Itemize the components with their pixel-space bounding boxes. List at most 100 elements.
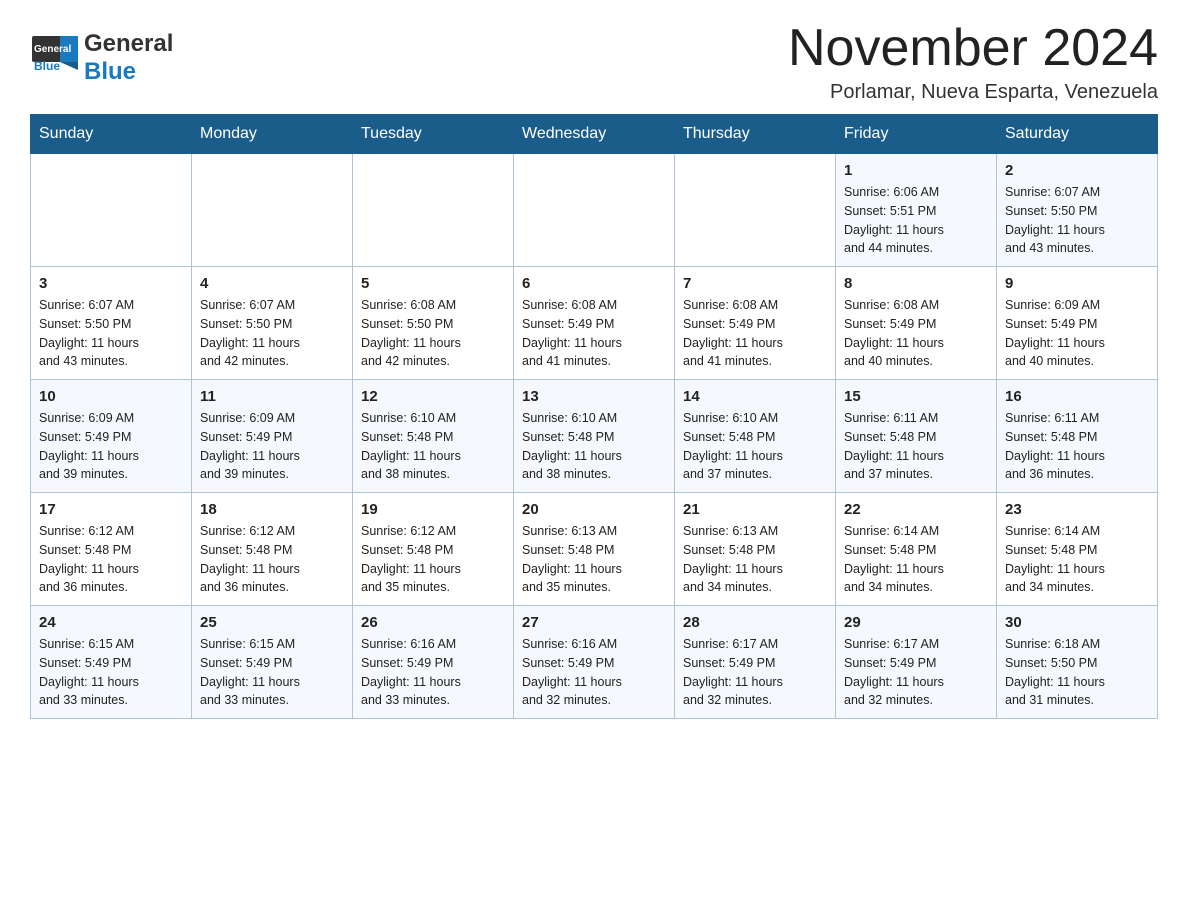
day-number: 29 [844, 614, 988, 631]
calendar-cell: 12 Sunrise: 6:10 AM Sunset: 5:48 PM Dayli… [353, 380, 514, 493]
day-number: 20 [522, 501, 666, 518]
calendar-cell: 25Sunrise: 6:15 AM Sunset: 5:49 PM Dayli… [192, 606, 353, 719]
day-info: Sunrise: 6:12 AM Sunset: 5:48 PM Dayligh… [200, 522, 344, 597]
svg-text:General: General [34, 44, 71, 55]
day-info: Sunrise: 6:16 AM Sunset: 5:49 PM Dayligh… [361, 635, 505, 710]
calendar-table: SundayMondayTuesdayWednesdayThursdayFrid… [30, 114, 1158, 719]
day-info: Sunrise: 6:13 AM Sunset: 5:48 PM Dayligh… [522, 522, 666, 597]
calendar-cell: 27Sunrise: 6:16 AM Sunset: 5:49 PM Dayli… [514, 606, 675, 719]
logo: General Blue General Blue [30, 20, 173, 85]
day-number: 2 [1005, 162, 1149, 179]
calendar-cell: 9Sunrise: 6:09 AM Sunset: 5:49 PM Daylig… [997, 267, 1158, 380]
day-info: Sunrise: 6:11 AM Sunset: 5:48 PM Dayligh… [844, 409, 988, 484]
calendar-cell: 26 Sunrise: 6:16 AM Sunset: 5:49 PM Dayli… [353, 606, 514, 719]
col-header-thursday: Thursday [675, 115, 836, 154]
calendar-cell: 30 Sunrise: 6:18 AM Sunset: 5:50 PM Dayli… [997, 606, 1158, 719]
calendar-cell: 15Sunrise: 6:11 AM Sunset: 5:48 PM Dayli… [836, 380, 997, 493]
day-info: Sunrise: 6:10 AM Sunset: 5:48 PM Dayligh… [361, 409, 505, 484]
day-number: 14 [683, 388, 827, 405]
calendar-cell: 23 Sunrise: 6:14 AM Sunset: 5:48 PM Dayli… [997, 493, 1158, 606]
day-info: Sunrise: 6:07 AM Sunset: 5:50 PM Dayligh… [1005, 183, 1149, 258]
day-number: 1 [844, 162, 988, 179]
day-number: 26 [361, 614, 505, 631]
day-number: 7 [683, 275, 827, 292]
day-info: Sunrise: 6:07 AM Sunset: 5:50 PM Dayligh… [200, 296, 344, 371]
calendar-cell: 11 Sunrise: 6:09 AM Sunset: 5:49 PM Dayli… [192, 380, 353, 493]
day-number: 8 [844, 275, 988, 292]
calendar-cell: 29 Sunrise: 6:17 AM Sunset: 5:49 PM Dayli… [836, 606, 997, 719]
calendar-cell: 13 Sunrise: 6:10 AM Sunset: 5:48 PM Dayli… [514, 380, 675, 493]
day-info: Sunrise: 6:08 AM Sunset: 5:49 PM Dayligh… [683, 296, 827, 371]
calendar-week-5: 24 Sunrise: 6:15 AM Sunset: 5:49 PM Dayli… [31, 606, 1158, 719]
calendar-cell: 18 Sunrise: 6:12 AM Sunset: 5:48 PM Dayli… [192, 493, 353, 606]
logo-blue: Blue [84, 58, 173, 86]
day-info: Sunrise: 6:15 AM Sunset: 5:49 PM Dayligh… [39, 635, 183, 710]
day-number: 11 [200, 388, 344, 405]
title-section: November 2024 Porlamar, Nueva Esparta, V… [788, 20, 1158, 104]
day-number: 3 [39, 275, 183, 292]
calendar-week-3: 10 Sunrise: 6:09 AM Sunset: 5:49 PM Dayli… [31, 380, 1158, 493]
calendar-week-4: 17 Sunrise: 6:12 AM Sunset: 5:48 PM Dayli… [31, 493, 1158, 606]
calendar-cell [353, 154, 514, 267]
day-number: 6 [522, 275, 666, 292]
day-number: 10 [39, 388, 183, 405]
day-info: Sunrise: 6:08 AM Sunset: 5:49 PM Dayligh… [522, 296, 666, 371]
calendar-cell: 21 Sunrise: 6:13 AM Sunset: 5:48 PM Dayli… [675, 493, 836, 606]
day-number: 4 [200, 275, 344, 292]
calendar-cell: 4 Sunrise: 6:07 AM Sunset: 5:50 PM Daylig… [192, 267, 353, 380]
col-header-friday: Friday [836, 115, 997, 154]
calendar-cell: 24 Sunrise: 6:15 AM Sunset: 5:49 PM Dayli… [31, 606, 192, 719]
calendar-cell: 19Sunrise: 6:12 AM Sunset: 5:48 PM Dayli… [353, 493, 514, 606]
day-number: 21 [683, 501, 827, 518]
day-info: Sunrise: 6:13 AM Sunset: 5:48 PM Dayligh… [683, 522, 827, 597]
col-header-sunday: Sunday [31, 115, 192, 154]
calendar-cell: 14 Sunrise: 6:10 AM Sunset: 5:48 PM Dayli… [675, 380, 836, 493]
day-info: Sunrise: 6:14 AM Sunset: 5:48 PM Dayligh… [844, 522, 988, 597]
calendar-cell: 5 Sunrise: 6:08 AM Sunset: 5:50 PM Daylig… [353, 267, 514, 380]
logo-general: General [84, 30, 173, 58]
col-header-saturday: Saturday [997, 115, 1158, 154]
col-header-wednesday: Wednesday [514, 115, 675, 154]
calendar-cell: 3 Sunrise: 6:07 AM Sunset: 5:50 PM Daylig… [31, 267, 192, 380]
day-info: Sunrise: 6:11 AM Sunset: 5:48 PM Dayligh… [1005, 409, 1149, 484]
calendar-header-row: SundayMondayTuesdayWednesdayThursdayFrid… [31, 115, 1158, 154]
svg-text:Blue: Blue [34, 59, 60, 73]
calendar-cell: 2 Sunrise: 6:07 AM Sunset: 5:50 PM Daylig… [997, 154, 1158, 267]
day-info: Sunrise: 6:16 AM Sunset: 5:49 PM Dayligh… [522, 635, 666, 710]
calendar-cell: 7 Sunrise: 6:08 AM Sunset: 5:49 PM Daylig… [675, 267, 836, 380]
calendar-cell: 8Sunrise: 6:08 AM Sunset: 5:49 PM Daylig… [836, 267, 997, 380]
day-number: 9 [1005, 275, 1149, 292]
calendar-cell [675, 154, 836, 267]
day-number: 23 [1005, 501, 1149, 518]
calendar-cell: 6 Sunrise: 6:08 AM Sunset: 5:49 PM Daylig… [514, 267, 675, 380]
calendar-cell: 1 Sunrise: 6:06 AM Sunset: 5:51 PM Daylig… [836, 154, 997, 267]
day-number: 17 [39, 501, 183, 518]
col-header-monday: Monday [192, 115, 353, 154]
col-header-tuesday: Tuesday [353, 115, 514, 154]
day-number: 30 [1005, 614, 1149, 631]
day-info: Sunrise: 6:09 AM Sunset: 5:49 PM Dayligh… [200, 409, 344, 484]
calendar-cell: 20 Sunrise: 6:13 AM Sunset: 5:48 PM Dayli… [514, 493, 675, 606]
day-number: 13 [522, 388, 666, 405]
day-number: 18 [200, 501, 344, 518]
day-number: 24 [39, 614, 183, 631]
logo-graphic: General Blue [30, 34, 80, 82]
day-info: Sunrise: 6:10 AM Sunset: 5:48 PM Dayligh… [522, 409, 666, 484]
day-info: Sunrise: 6:14 AM Sunset: 5:48 PM Dayligh… [1005, 522, 1149, 597]
day-info: Sunrise: 6:06 AM Sunset: 5:51 PM Dayligh… [844, 183, 988, 258]
day-number: 5 [361, 275, 505, 292]
calendar-cell [514, 154, 675, 267]
month-title: November 2024 [788, 20, 1158, 77]
day-number: 25 [200, 614, 344, 631]
day-info: Sunrise: 6:17 AM Sunset: 5:49 PM Dayligh… [683, 635, 827, 710]
day-number: 12 [361, 388, 505, 405]
day-info: Sunrise: 6:07 AM Sunset: 5:50 PM Dayligh… [39, 296, 183, 371]
day-info: Sunrise: 6:08 AM Sunset: 5:50 PM Dayligh… [361, 296, 505, 371]
day-info: Sunrise: 6:18 AM Sunset: 5:50 PM Dayligh… [1005, 635, 1149, 710]
calendar-cell [192, 154, 353, 267]
day-info: Sunrise: 6:10 AM Sunset: 5:48 PM Dayligh… [683, 409, 827, 484]
calendar-week-2: 3 Sunrise: 6:07 AM Sunset: 5:50 PM Daylig… [31, 267, 1158, 380]
day-info: Sunrise: 6:17 AM Sunset: 5:49 PM Dayligh… [844, 635, 988, 710]
calendar-cell: 16Sunrise: 6:11 AM Sunset: 5:48 PM Dayli… [997, 380, 1158, 493]
location: Porlamar, Nueva Esparta, Venezuela [788, 81, 1158, 104]
